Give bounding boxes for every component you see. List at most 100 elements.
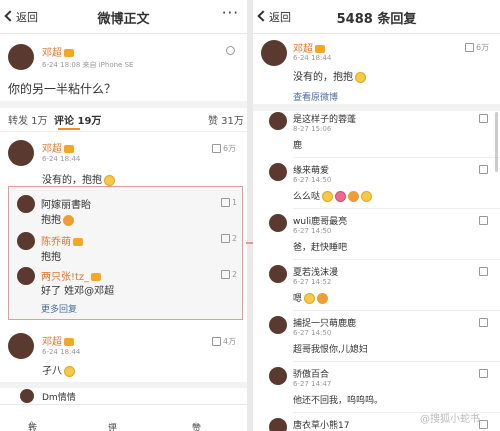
reply-author[interactable]: wuli鹿哥最亮 [293,214,347,227]
reply-divider [293,259,500,260]
comment-time: 6-24 18:44 [42,348,81,356]
reply-like-button[interactable] [479,216,490,225]
reply-author[interactable]: 捕捉一只萌鹿鹿 [293,316,356,329]
thumb-up-icon [479,267,488,276]
reply-avatar[interactable] [269,418,287,431]
reply-like-button[interactable]: 1 [221,198,237,207]
reply-avatar[interactable] [269,316,287,334]
post-author-name[interactable]: 邓超 [293,40,325,55]
emoji-icon [63,214,74,226]
reply-like-button[interactable]: 2 [221,270,237,279]
thumb-up-icon [479,318,488,327]
post-author-name[interactable]: 邓超 [42,44,74,59]
tab-repost[interactable]: 转发 1万 [8,112,48,127]
thumb-up-icon [479,369,488,378]
emoji-icon [348,191,360,202]
reply-avatar[interactable] [269,163,287,181]
post-time: 6-24 18:44 [293,54,332,62]
reply-avatar[interactable] [269,214,287,232]
reply-like-button[interactable] [479,420,490,429]
hug-emoji-icon [104,174,115,186]
reply-avatar[interactable] [17,267,35,285]
reply-like-button[interactable] [479,369,490,378]
star-icon [226,46,235,55]
reply-author[interactable]: 是这样子的蓉蓬 [293,112,356,125]
reply-text: 嗯 [293,291,329,304]
thumb-up-icon [221,270,230,279]
reply-time: 6-27 14:52 [293,278,332,286]
comment-author-name[interactable]: 邓超 [42,140,74,155]
thumb-up-icon [212,144,221,153]
scrollbar[interactable] [495,112,498,172]
reply-author[interactable]: 两只张!tz_ [41,268,102,283]
bottom-action-bar: ⇪ 转发 ▭ 评论 ☝ 赞 [0,404,247,431]
reply-like-button[interactable] [479,267,490,276]
reply-divider [293,157,500,158]
emoji-icon [317,293,329,304]
comment-author-name[interactable]: Dm情情 [42,390,76,403]
reply-like-button[interactable]: 2 [221,234,237,243]
post-text: 没有的，抱抱 [293,68,366,83]
reply-divider [293,208,500,209]
reply-avatar[interactable] [269,112,287,130]
comment-author-avatar[interactable] [8,333,34,359]
reply-time: 6-27 14:50 [293,329,332,337]
reply-text: 么么哒 [293,189,373,202]
reply-like-button[interactable] [479,114,490,123]
watermark: @搜狐小蛇书 [420,414,480,425]
post-like-button[interactable]: 6万 [465,42,489,53]
reply-author[interactable]: 骄傲百合 [293,367,329,380]
comment-author-avatar[interactable] [20,389,34,403]
comment-replies-box[interactable]: 阿嫁丽書眙 1 抱抱 陈乔萌 2 抱抱 两只张!tz_ 2 好了 姓邓@邓超 更… [8,186,243,320]
verified-badge-icon [73,238,83,246]
reply-avatar[interactable] [269,367,287,385]
reply-time: 6-27 14:50 [293,227,332,235]
follow-button[interactable] [226,46,237,55]
comment-time: 6-24 18:44 [42,155,81,163]
reply-time: 6-27 14:50 [293,176,332,184]
thumb-up-icon [221,234,230,243]
comment-author-name[interactable]: 邓超 [42,333,74,348]
emoji-icon [64,365,75,377]
post-author-avatar[interactable] [8,44,34,70]
comment-like-button[interactable]: 6万 [212,143,236,154]
reply-author[interactable]: 夏若浅沫漫 [293,265,338,278]
emoji-icon [361,191,373,202]
right-replies-panel: 返回 5488 条回复 邓超 6-24 18:44 6万 没有的，抱抱 查看原微… [253,0,500,431]
thumb-up-icon [479,420,488,429]
reply-like-button[interactable] [479,165,490,174]
reply-text: 抱抱 [41,211,74,226]
view-original-link[interactable]: 查看原微博 [293,90,338,103]
comment-like-button[interactable]: 4万 [212,336,236,347]
reply-text: 超哥我恨你,儿媳妇 [293,345,368,355]
post-text: 你的另一半粘什么？ [8,82,117,96]
left-weibo-post-panel: 返回 微博正文 ··· 邓超 6-24 18:08 来自 iPhone SE 你… [0,0,247,431]
more-replies-link[interactable]: 更多回复 [41,302,77,315]
reply-author[interactable]: 唐衣草小熊17 [293,418,349,431]
reply-author[interactable]: 阿嫁丽書眙 [41,196,91,211]
thumb-up-icon [479,114,488,123]
comment-text: 孑八 [42,362,75,377]
reply-avatar[interactable] [269,265,287,283]
reply-text: 爸，赶快睡吧 [293,243,348,253]
post-author-avatar[interactable] [261,40,287,66]
reply-author[interactable]: 陈乔萌 [41,233,83,248]
thumb-up-icon [479,216,488,225]
tab-comment[interactable]: 评论 19万 [54,112,101,127]
hug-emoji-icon [355,71,366,83]
more-options-button[interactable]: ··· [222,4,239,22]
thumb-up-icon [221,198,230,207]
reply-divider [293,310,500,311]
active-tab-indicator [58,128,80,130]
comment-author-avatar[interactable] [8,140,34,166]
reply-avatar[interactable] [17,195,35,213]
reply-like-button[interactable] [479,318,490,327]
reply-text: 抱抱 [41,252,61,263]
thumb-up-icon [465,43,474,52]
tab-like[interactable]: 赞 31万 [208,112,244,127]
emoji-icon [304,293,316,304]
reply-avatar[interactable] [17,232,35,250]
verified-badge-icon [91,273,102,281]
reply-author[interactable]: 缘来萌爱 [293,163,329,176]
verified-badge-icon [64,338,74,346]
